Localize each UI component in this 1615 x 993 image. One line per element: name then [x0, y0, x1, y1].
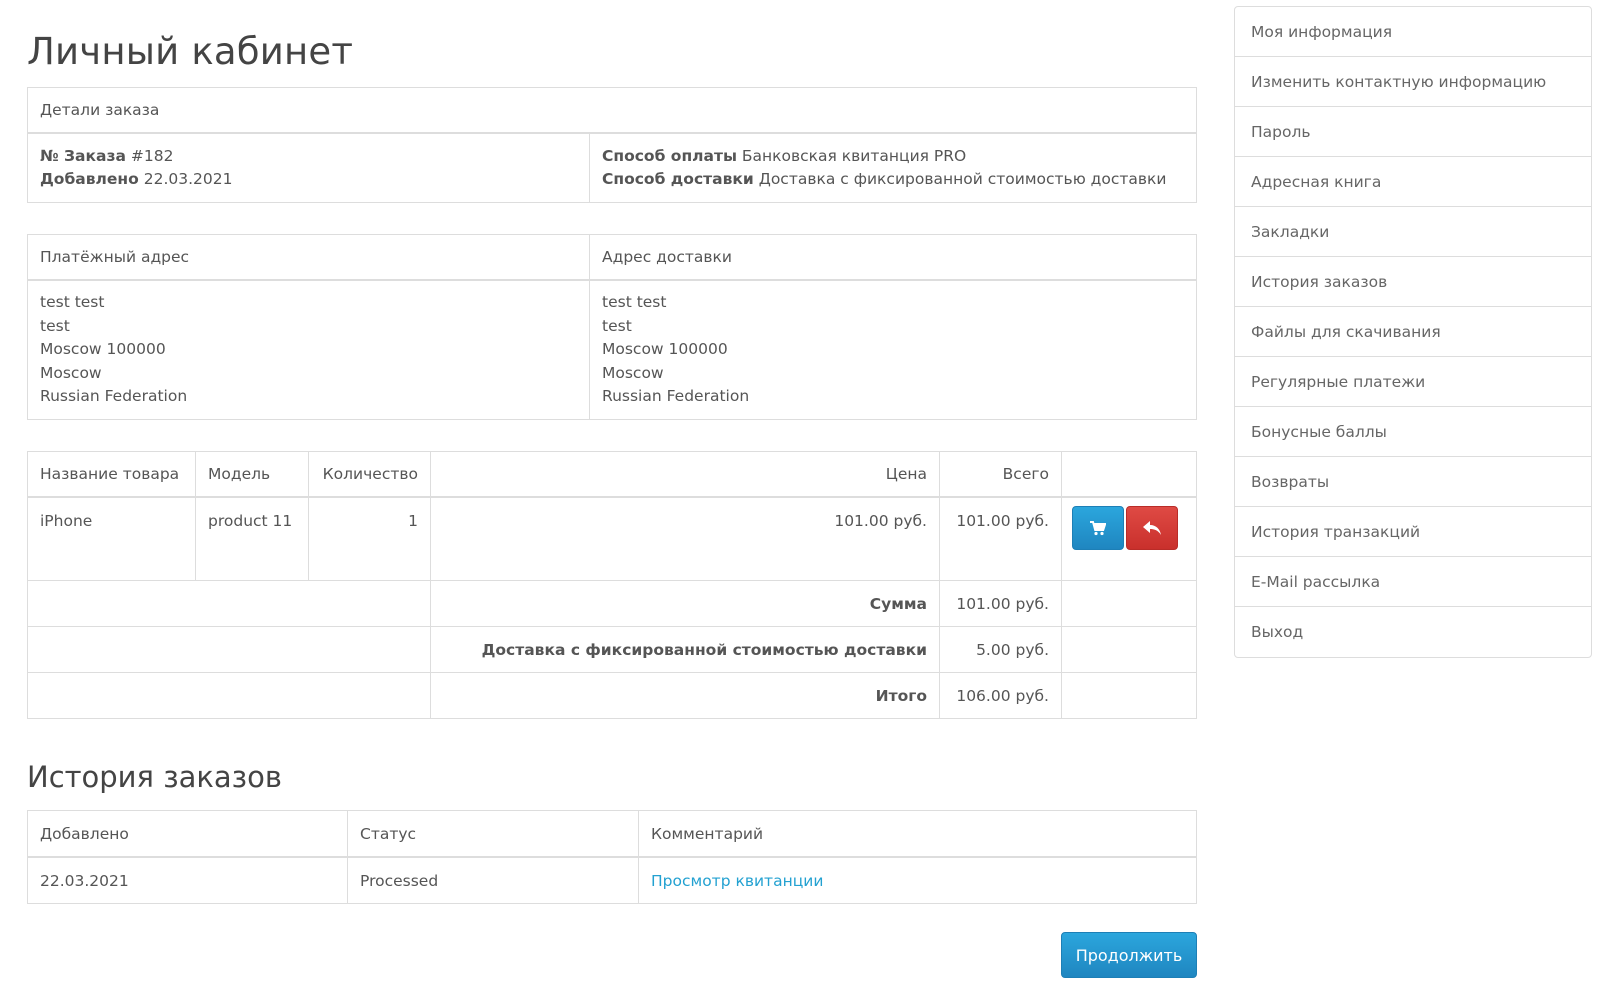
- sidebar-item-recurring[interactable]: Регулярные платежи: [1235, 357, 1591, 407]
- product-qty: 1: [308, 496, 431, 581]
- shipping-address: test test test Moscow 100000 Moscow Russ…: [589, 279, 1197, 420]
- table-row: iPhone product 11 1 101.00 руб. 101.00 р…: [27, 496, 1197, 581]
- shopping-cart-icon: [1090, 520, 1106, 535]
- continue-button[interactable]: Продолжить: [1061, 932, 1197, 978]
- payment-method-label: Способ оплаты: [602, 147, 737, 165]
- subtotal-label: Сумма: [430, 580, 940, 627]
- grand-total-value: 106.00 руб.: [939, 672, 1062, 719]
- reply-icon: [1143, 521, 1161, 535]
- address-line: Moscow 100000: [40, 340, 166, 359]
- product-name: iPhone: [27, 496, 196, 581]
- shipping-method-label: Способ доставки: [602, 170, 754, 188]
- col-header-name: Название товара: [27, 451, 196, 498]
- sidebar-item-edit-contact[interactable]: Изменить контактную информацию: [1235, 57, 1591, 107]
- product-price: 101.00 руб.: [430, 496, 940, 581]
- order-added-value: 22.03.2021: [143, 170, 233, 188]
- history-status: Processed: [347, 856, 639, 904]
- history-header-date: Добавлено: [27, 810, 348, 858]
- shipping-address-header: Адрес доставки: [589, 234, 1197, 281]
- order-no-value: #182: [130, 147, 174, 165]
- sidebar-item-my-info[interactable]: Моя информация: [1235, 7, 1591, 57]
- order-no-label: № Заказа: [40, 147, 126, 165]
- order-details-table: Детали заказа № Заказа #182 Добавлено 22…: [27, 87, 1197, 203]
- payment-address-header: Платёжный адрес: [27, 234, 590, 281]
- history-comment: Просмотр квитанции: [638, 856, 1197, 904]
- address-line: test: [40, 316, 70, 335]
- address-line: Moscow: [602, 363, 664, 382]
- payment-method-value: Банковская квитанция PRO: [741, 147, 967, 165]
- order-info-cell: № Заказа #182 Добавлено 22.03.2021: [27, 132, 590, 203]
- shipping-cost-value: 5.00 руб.: [939, 626, 1062, 673]
- addresses-table: Платёжный адрес Адрес доставки test test…: [27, 234, 1197, 420]
- totals-row: Итого 106.00 руб.: [27, 672, 1197, 719]
- product-model: product 11: [195, 496, 309, 581]
- sidebar-item-downloads[interactable]: Файлы для скачивания: [1235, 307, 1591, 357]
- col-header-qty: Количество: [308, 451, 431, 498]
- order-details-header: Детали заказа: [27, 87, 1197, 134]
- return-button[interactable]: [1126, 506, 1178, 550]
- sidebar-item-returns[interactable]: Возвраты: [1235, 457, 1591, 507]
- totals-row: Сумма 101.00 руб.: [27, 580, 1197, 627]
- products-table: Название товара Модель Количество Цена В…: [27, 451, 1197, 719]
- col-header-total: Всего: [939, 451, 1062, 498]
- payment-address: test test test Moscow 100000 Moscow Russ…: [27, 279, 590, 420]
- sidebar-item-logout[interactable]: Выход: [1235, 607, 1591, 657]
- address-line: Russian Federation: [602, 387, 750, 406]
- sidebar-item-reward-points[interactable]: Бонусные баллы: [1235, 407, 1591, 457]
- table-row: 22.03.2021 Processed Просмотр квитанции: [27, 856, 1197, 904]
- reorder-button[interactable]: [1072, 506, 1124, 550]
- order-history-table: Добавлено Статус Комментарий 22.03.2021 …: [27, 810, 1197, 904]
- order-added-label: Добавлено: [40, 170, 139, 188]
- order-methods-cell: Способ оплаты Банковская квитанция PRO С…: [589, 132, 1197, 203]
- address-line: Moscow 100000: [602, 340, 728, 359]
- col-header-price: Цена: [430, 451, 940, 498]
- shipping-method-value: Доставка с фиксированной стоимостью дост…: [758, 170, 1167, 188]
- view-receipt-link[interactable]: Просмотр квитанции: [651, 872, 823, 890]
- order-history-title: История заказов: [27, 760, 282, 794]
- address-line: Moscow: [40, 363, 102, 382]
- totals-row: Доставка с фиксированной стоимостью дост…: [27, 626, 1197, 673]
- sidebar-item-order-history[interactable]: История заказов: [1235, 257, 1591, 307]
- grand-total-label: Итого: [430, 672, 940, 719]
- sidebar-item-address-book[interactable]: Адресная книга: [1235, 157, 1591, 207]
- address-line: test test: [40, 293, 105, 312]
- col-header-model: Модель: [195, 451, 309, 498]
- shipping-cost-label: Доставка с фиксированной стоимостью дост…: [430, 626, 940, 673]
- address-line: test: [602, 316, 632, 335]
- product-actions: [1061, 496, 1197, 581]
- address-line: test test: [602, 293, 667, 312]
- history-header-comment: Комментарий: [638, 810, 1197, 858]
- sidebar-item-transactions[interactable]: История транзакций: [1235, 507, 1591, 557]
- col-header-actions: [1061, 451, 1197, 498]
- page-title: Личный кабинет: [27, 30, 354, 73]
- sidebar-item-password[interactable]: Пароль: [1235, 107, 1591, 157]
- history-header-status: Статус: [347, 810, 639, 858]
- address-line: Russian Federation: [40, 387, 188, 406]
- sidebar-item-newsletter[interactable]: E-Mail рассылка: [1235, 557, 1591, 607]
- sidebar-item-wishlist[interactable]: Закладки: [1235, 207, 1591, 257]
- product-total: 101.00 руб.: [939, 496, 1062, 581]
- subtotal-value: 101.00 руб.: [939, 580, 1062, 627]
- history-date: 22.03.2021: [27, 856, 348, 904]
- account-sidebar: Моя информация Изменить контактную инфор…: [1234, 6, 1592, 658]
